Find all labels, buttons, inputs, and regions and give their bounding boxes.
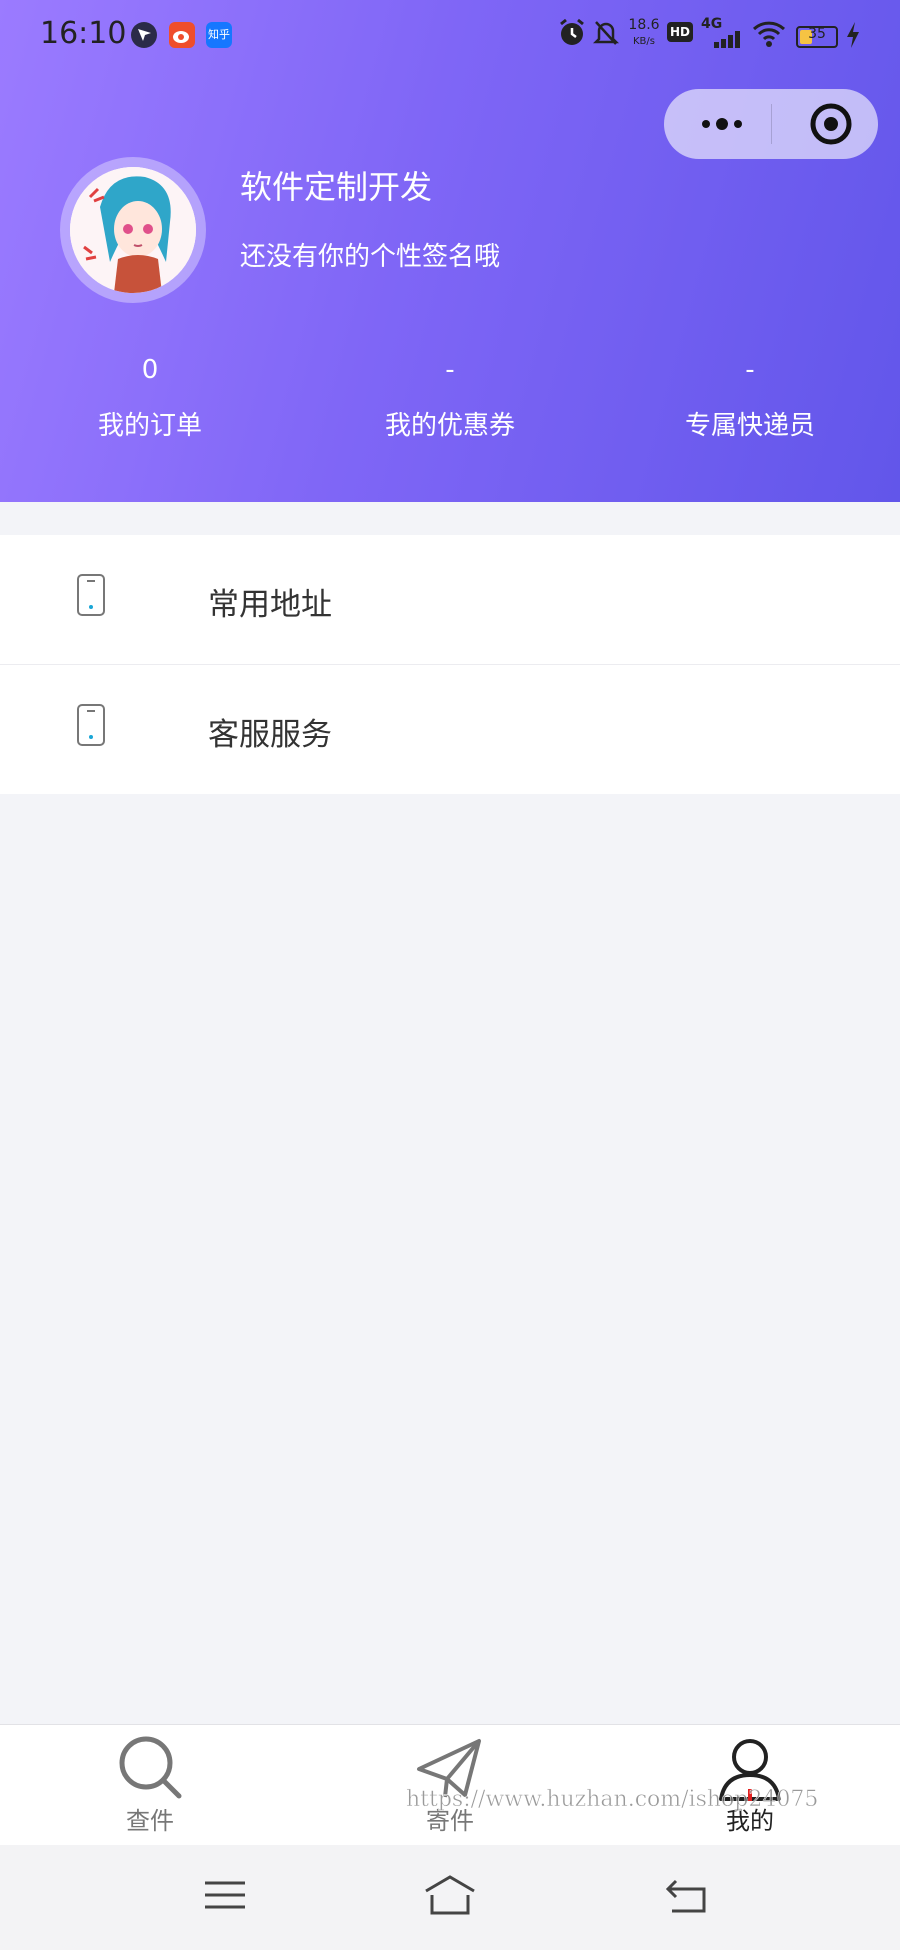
stat-value: -: [745, 355, 755, 385]
tab-send[interactable]: 寄件: [300, 1725, 600, 1846]
back-icon[interactable]: [664, 1873, 710, 1921]
phone-icon: [76, 573, 106, 621]
menu-item-customer-service[interactable]: 客服服务: [0, 665, 900, 794]
battery-icon: 35: [796, 26, 838, 48]
alarm-icon: [558, 18, 586, 52]
watermark: https://www.huzhan.com/ishop24075: [406, 1787, 819, 1813]
menu-item-label: 客服服务: [208, 717, 332, 753]
signal-icon: [704, 30, 744, 52]
stat-label: 我的订单: [97, 411, 202, 441]
battery-level: 35: [808, 26, 826, 42]
capsule-divider: [771, 104, 772, 144]
tab-label: 查件: [126, 1807, 174, 1835]
menu-item-label: 常用地址: [208, 587, 332, 623]
stat-label: 专属快递员: [684, 411, 815, 441]
stat-courier[interactable]: - 专属快递员: [600, 355, 900, 442]
tab-track[interactable]: 查件: [0, 1725, 300, 1846]
hd-badge: HD: [667, 22, 694, 42]
stat-value: -: [445, 355, 455, 385]
menu-item-address[interactable]: 常用地址: [0, 535, 900, 665]
status-time: 16:10: [40, 16, 127, 51]
search-icon: [119, 1736, 182, 1799]
menu-icon[interactable]: [203, 1873, 247, 1921]
stat-orders[interactable]: 0 我的订单: [0, 355, 300, 442]
zhihu-app-icon: 知乎: [206, 22, 232, 48]
stat-coupons[interactable]: - 我的优惠券: [300, 355, 600, 442]
net-speed: 18.6 KB/s: [628, 17, 660, 48]
charging-icon: [846, 22, 860, 52]
home-icon[interactable]: [422, 1873, 478, 1921]
stat-value: 0: [141, 355, 159, 385]
status-bar: 16:10 知乎 18.6 KB/s HD 4G 35: [0, 0, 900, 70]
more-dots-icon[interactable]: [692, 89, 752, 159]
stat-label: 我的优惠券: [384, 411, 515, 441]
tab-mine[interactable]: 我的: [600, 1725, 900, 1846]
system-nav-bar: [0, 1845, 900, 1950]
tab-bar: 查件 寄件 我的: [0, 1724, 900, 1846]
target-circle-icon[interactable]: [789, 89, 859, 159]
profile-header: 16:10 知乎 18.6 KB/s HD 4G 35 软件定制开发 还没有你的…: [0, 0, 900, 502]
avatar[interactable]: [60, 157, 206, 303]
avatar-image: [70, 167, 196, 293]
menu-list: 常用地址 客服服务: [0, 535, 900, 794]
location-arrow-icon: [131, 22, 157, 48]
signature: 还没有你的个性签名哦: [240, 242, 501, 272]
wifi-icon: [752, 20, 786, 52]
weibo-app-icon: [169, 22, 195, 48]
phone-icon: [76, 703, 106, 751]
nickname: 软件定制开发: [240, 168, 433, 206]
miniprogram-capsule: [664, 89, 878, 159]
mute-bell-icon: [592, 18, 620, 52]
